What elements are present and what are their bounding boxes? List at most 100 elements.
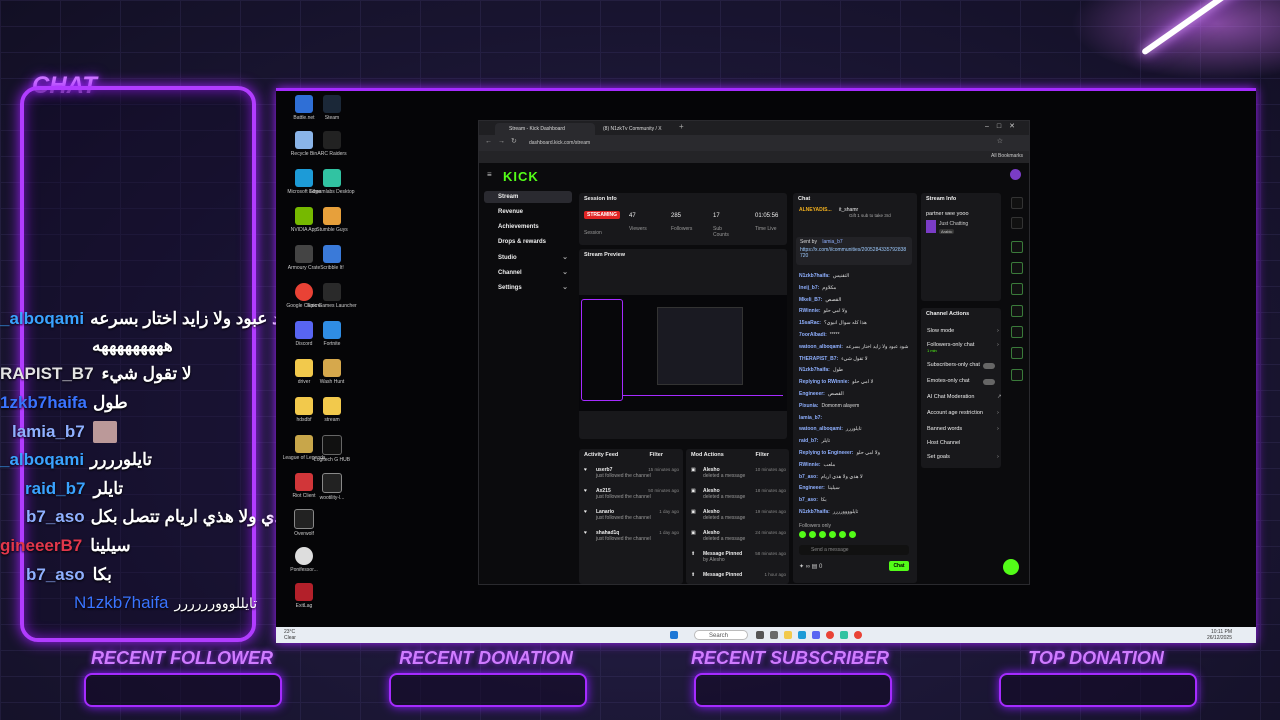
channel-action-account-age[interactable]: Account age restriction › [927, 410, 999, 416]
list-icon[interactable] [1011, 347, 1023, 359]
link-icon[interactable]: ∞ [806, 564, 810, 570]
channel-action-followers-only[interactable]: Followers-only chat › 1 min [927, 342, 999, 353]
desktop-icon[interactable]: Streamlabs Desktop [304, 169, 360, 195]
discord-taskbar-icon[interactable] [812, 631, 820, 639]
info-icon[interactable] [1011, 197, 1023, 209]
chat-message-user[interactable]: b7_aso: [799, 497, 818, 503]
chat-bubble-icon[interactable] [1011, 305, 1023, 317]
emote-bar[interactable] [799, 531, 909, 539]
emote-icon[interactable] [809, 531, 816, 538]
wrench-icon[interactable] [1011, 369, 1023, 381]
channel-action-banned-words[interactable]: Banned words › [927, 426, 999, 432]
pinned-message[interactable]: Sent by lamia_b7 https://x.com/i/communi… [796, 237, 912, 265]
chat-send-button[interactable]: Chat [889, 561, 909, 571]
window-controls[interactable]: –□✕ [985, 122, 1023, 130]
new-tab-button[interactable]: + [679, 122, 684, 131]
pinned-link[interactable]: https://x.com/i/communities/200528433579… [796, 247, 912, 259]
chat-message-user[interactable]: Engineeer: [799, 391, 825, 397]
sidebar-item-studio[interactable]: Studio ⌄ [484, 252, 572, 264]
stream-preview-video[interactable] [579, 295, 787, 411]
help-icon[interactable] [1003, 559, 1019, 575]
chat-message-user[interactable]: N1zkb7haifa: [799, 367, 830, 373]
desktop-icon[interactable]: Stumble Guys [304, 207, 360, 233]
channel-action-ai-moderation[interactable]: AI Chat Moderation ↗ [927, 394, 1002, 400]
tab-kick-dashboard[interactable]: Stream - Kick Dashboard [495, 123, 595, 135]
desktop-icon[interactable]: Steam [304, 95, 360, 121]
chat-message-user[interactable]: 15saRac: [799, 320, 821, 326]
sidebar-item-achievements[interactable]: Achievements [484, 221, 572, 233]
taskbar-clock[interactable]: 10:11 PM 26/12/2025 [1207, 629, 1232, 641]
edge-taskbar-icon[interactable] [798, 631, 806, 639]
chat-message-user[interactable]: Replying to Engineeer: [799, 450, 853, 456]
subs-only-toggle[interactable] [983, 363, 995, 369]
streamlabs-taskbar-icon[interactable] [840, 631, 848, 639]
sidebar-item-drops[interactable]: Drops & rewards [484, 236, 572, 248]
sidebar-item-settings[interactable]: Settings ⌄ [484, 282, 572, 294]
chat-message-user[interactable]: Ineij_b7: [799, 285, 819, 291]
emote-icon[interactable] [799, 531, 806, 538]
desktop-icon[interactable]: Logitech G HUB [304, 435, 360, 463]
chat-message-user[interactable]: Replying to RWinnie: [799, 379, 849, 385]
desktop-icon[interactable]: stream [304, 397, 360, 423]
desktop-icon[interactable]: Overwolf [276, 509, 332, 537]
chat-message-user[interactable]: Mkeli_B7: [799, 297, 822, 303]
channel-action-slow-mode[interactable]: Slow mode › [927, 328, 999, 334]
start-icon[interactable] [670, 631, 678, 639]
avatar[interactable] [1010, 169, 1021, 180]
explorer-icon[interactable] [784, 631, 792, 639]
chat-message-user[interactable]: watoon_alboqami: [799, 344, 843, 350]
chat-message-user[interactable]: N1zkb7haifa: [799, 273, 830, 279]
all-bookmarks[interactable]: All Bookmarks [991, 153, 1023, 159]
chat-message-user[interactable]: N1zkb7haifa: [799, 509, 830, 515]
chat-message-user[interactable]: 7oorAlbadi: [799, 332, 827, 338]
desktop-icon[interactable]: Ponifessor... [276, 547, 332, 573]
desktop-icon[interactable]: Fortnite [304, 321, 360, 347]
emote-icon[interactable] [819, 531, 826, 538]
chat-message-user[interactable]: raid_b7: [799, 438, 818, 444]
chrome-taskbar-icon-2[interactable] [854, 631, 862, 639]
desktop-icon[interactable]: wootility-l... [304, 473, 360, 501]
chat-message-user[interactable]: RWinnie: [799, 308, 821, 314]
shield-icon[interactable] [1011, 326, 1023, 338]
sidebar-item-revenue[interactable]: Revenue [484, 206, 572, 218]
sidebar-item-channel[interactable]: Channel ⌄ [484, 267, 572, 279]
chat-message-user[interactable]: THERAPIST_B7: [799, 356, 838, 362]
lightning-icon[interactable] [1011, 262, 1023, 274]
desktop-icon[interactable]: Scribble It! [304, 245, 360, 271]
emotes-only-toggle[interactable] [983, 379, 995, 385]
emote-icon[interactable] [849, 531, 856, 538]
taskbar-search[interactable]: Search [694, 630, 748, 640]
widgets-icon[interactable] [770, 631, 778, 639]
sidebar-item-stream[interactable]: Stream [484, 191, 572, 203]
desktop-icon[interactable]: ARC Raiders [304, 131, 360, 157]
edit-icon[interactable] [1011, 217, 1023, 229]
url-field[interactable]: dashboard.kick.com/stream [529, 138, 590, 148]
desktop-icon[interactable]: ExitLag [276, 583, 332, 609]
chrome-taskbar-icon[interactable] [826, 631, 834, 639]
tool-icon[interactable] [1011, 241, 1023, 253]
filter-button[interactable]: Filter [650, 452, 663, 458]
kick-logo[interactable]: KICK [503, 169, 539, 184]
layers-icon[interactable] [1011, 283, 1023, 295]
menu-icon[interactable]: ≡ [487, 170, 492, 179]
emote-icon[interactable] [839, 531, 846, 538]
channel-action-host[interactable]: Host Channel [927, 440, 960, 446]
tab-x-community[interactable]: (8) N1zkTv Community / X [589, 123, 683, 135]
weather-widget[interactable]: 23°C Clear [284, 629, 296, 641]
nav-buttons[interactable]: ←→↻ [485, 137, 523, 145]
star-icon[interactable]: ☆ [997, 137, 1003, 145]
emote-icon[interactable] [829, 531, 836, 538]
chat-message-user[interactable]: Engineeer: [799, 485, 825, 491]
desktop-icon[interactable]: Epic Games Launcher [304, 283, 360, 309]
chat-message-user[interactable]: lamia_b7: [799, 415, 822, 421]
desktop-icon[interactable]: Wash Hunt [304, 359, 360, 385]
chat-message-user[interactable]: watoon_alboqami: [799, 426, 843, 432]
filter-button[interactable]: Filter [756, 452, 769, 458]
taskview-icon[interactable] [756, 631, 764, 639]
chat-message-user[interactable]: RWinnie: [799, 462, 821, 468]
channel-action-set-goals[interactable]: Set goals › [927, 454, 999, 460]
chat-message-user[interactable]: Pixunia: [799, 403, 818, 409]
chat-input[interactable]: Send a message [799, 545, 909, 555]
gift-icon[interactable]: ✦ [799, 564, 804, 570]
chat-message-user[interactable]: b7_aso: [799, 474, 818, 480]
